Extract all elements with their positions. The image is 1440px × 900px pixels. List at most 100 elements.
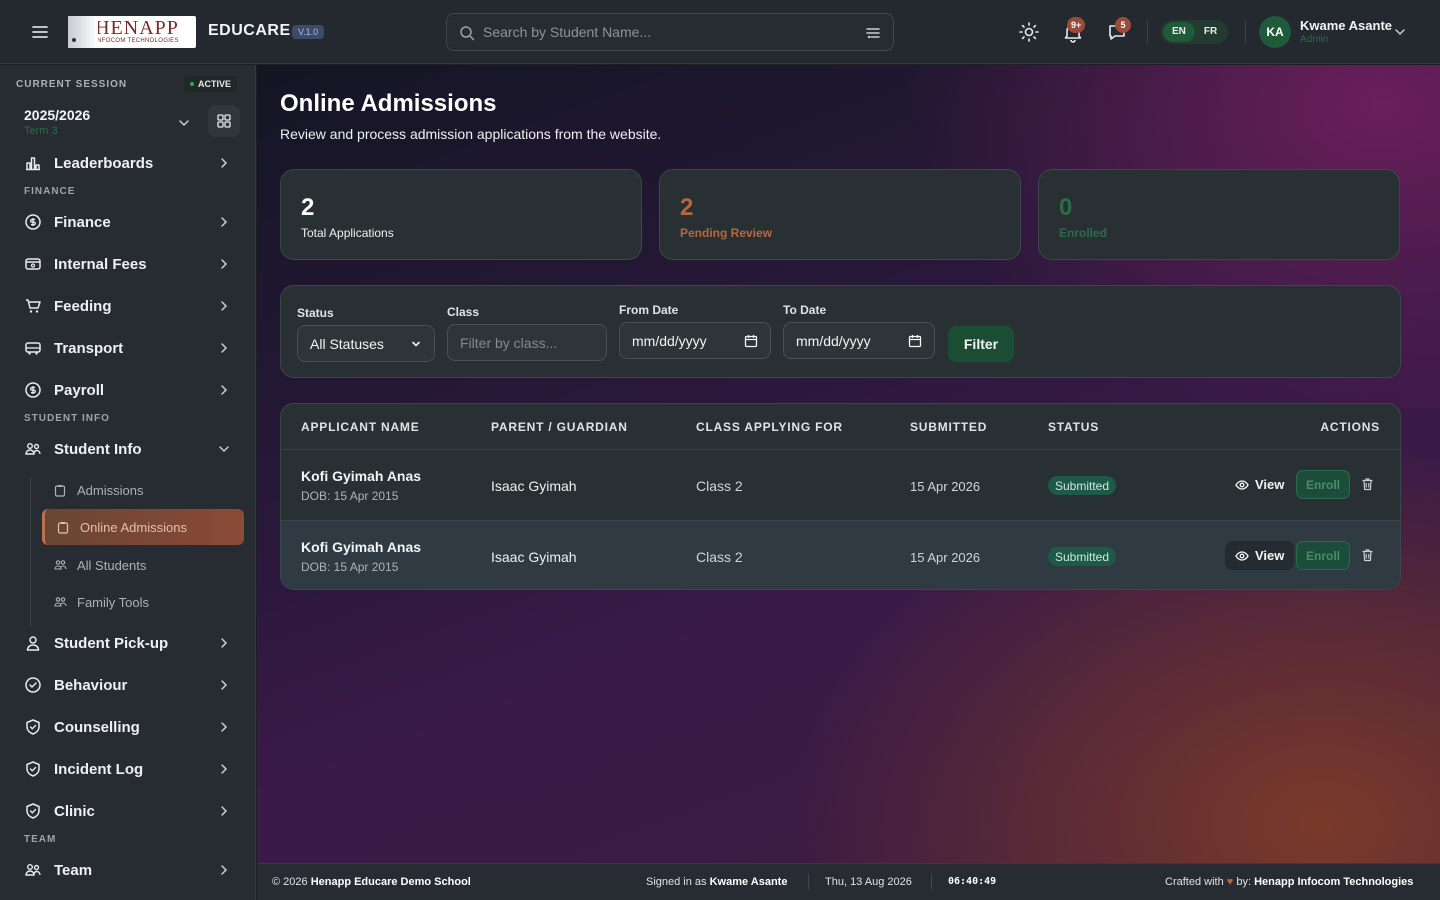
- apps-grid-icon[interactable]: [208, 105, 240, 137]
- session-term: Term 3: [24, 125, 58, 137]
- language-en[interactable]: EN: [1163, 22, 1195, 42]
- logo[interactable]: HENAPP INFOCOM TECHNOLOGIES: [68, 16, 224, 48]
- stat-card-enrolled: 0 Enrolled: [1038, 169, 1400, 260]
- chevron-right-icon: [216, 719, 232, 735]
- sidebar-item-payroll[interactable]: Payroll: [16, 372, 244, 408]
- users-group-icon: [24, 440, 42, 458]
- language-switcher: EN FR: [1161, 20, 1229, 44]
- wallet-icon: [24, 255, 42, 273]
- theme-toggle-sun-icon[interactable]: [1017, 20, 1041, 44]
- calendar-icon[interactable]: [908, 334, 922, 348]
- eye-icon: [1235, 549, 1249, 563]
- session-year[interactable]: 2025/2026: [24, 107, 90, 123]
- footer-company: Henapp Infocom Technologies: [1254, 876, 1414, 888]
- user-name[interactable]: Kwame Asante: [1300, 18, 1392, 33]
- sidebar-item-transport[interactable]: Transport: [16, 330, 244, 366]
- sidebar-item-feeding[interactable]: Feeding: [16, 288, 244, 324]
- search-filter-icon[interactable]: [865, 25, 881, 41]
- parent-name: Isaac Gyimah: [491, 549, 577, 565]
- logo-subtext: INFOCOM TECHNOLOGIES: [95, 38, 179, 44]
- sidebar-subitem-all-students[interactable]: All Students: [42, 547, 244, 583]
- from-date-input[interactable]: mm/dd/yyyy: [619, 322, 771, 359]
- app-name: EDUCARE: [208, 22, 291, 39]
- column-header: APPLICANT NAME: [301, 420, 420, 434]
- clipboard-icon: [54, 484, 66, 497]
- sidebar-item-label: Behaviour: [54, 676, 128, 694]
- stat-card-pending: 2 Pending Review: [659, 169, 1021, 260]
- enroll-button[interactable]: Enroll: [1296, 470, 1350, 499]
- sidebar-item-label: Clinic: [54, 802, 95, 820]
- sidebar-item-label: Payroll: [54, 381, 105, 399]
- session-label: CURRENT SESSION: [16, 79, 128, 90]
- sidebar-item-team[interactable]: Team: [16, 852, 244, 888]
- chevron-right-icon: [216, 155, 232, 171]
- menu-icon[interactable]: [28, 20, 52, 44]
- language-fr[interactable]: FR: [1195, 22, 1226, 42]
- user-avatar[interactable]: KA: [1259, 16, 1291, 48]
- sidebar-subitem-admissions[interactable]: Admissions: [42, 472, 244, 508]
- user-menu-chevron-icon[interactable]: [1392, 24, 1408, 40]
- to-date-input[interactable]: mm/dd/yyyy: [783, 322, 935, 359]
- sidebar-subitem-family-tools[interactable]: Family Tools: [42, 584, 244, 620]
- main-content: Online Admissions Review and process adm…: [257, 65, 1440, 863]
- sidebar-item-finance[interactable]: Finance: [16, 204, 244, 240]
- enroll-button[interactable]: Enroll: [1296, 541, 1350, 570]
- delete-trash-icon[interactable]: [1361, 548, 1374, 562]
- user-role: Admin: [1300, 34, 1329, 45]
- user-icon: [24, 634, 42, 652]
- session-chevron-down-icon[interactable]: [176, 115, 192, 131]
- sidebar-item-student-info[interactable]: Student Info: [16, 431, 244, 467]
- chevron-right-icon: [216, 340, 232, 356]
- delete-trash-icon[interactable]: [1361, 477, 1374, 491]
- filter-button[interactable]: Filter: [948, 326, 1014, 362]
- footer-signed-in: Signed in as Kwame Asante: [646, 876, 788, 888]
- sidebar-item-label: Student Pick-up: [54, 634, 169, 652]
- view-button[interactable]: View: [1225, 470, 1294, 499]
- sidebar-item-student-pickup[interactable]: Student Pick-up: [16, 625, 244, 661]
- sidebar-item-counselling[interactable]: Counselling: [16, 709, 244, 745]
- clipboard-icon: [57, 521, 69, 534]
- chevron-down-icon: [410, 338, 422, 350]
- cart-icon: [24, 297, 42, 315]
- sidebar-subitem-label: All Students: [77, 557, 147, 573]
- sidebar-item-clinic[interactable]: Clinic: [16, 793, 244, 829]
- logo-text: HENAPP: [95, 17, 179, 39]
- sidebar-item-label: Internal Fees: [54, 255, 147, 273]
- section-student-info: STUDENT INFO: [24, 413, 110, 424]
- column-header: SUBMITTED: [910, 420, 988, 434]
- sidebar-item-behaviour[interactable]: Behaviour: [16, 667, 244, 703]
- users-group-icon: [54, 596, 67, 608]
- users-group-icon: [24, 861, 42, 879]
- sidebar-item-label: Team: [54, 861, 93, 879]
- sidebar-item-internal-fees[interactable]: Internal Fees: [16, 246, 244, 282]
- chart-bars-icon: [24, 154, 42, 172]
- footer: © 2026 Henapp Educare Demo School Signed…: [257, 863, 1440, 900]
- submitted-date: 15 Apr 2026: [910, 550, 981, 565]
- stat-label: Pending Review: [680, 226, 773, 240]
- table-row[interactable]: Kofi Gyimah Anas DOB: 15 Apr 2015 Isaac …: [281, 449, 1400, 520]
- calendar-icon[interactable]: [744, 334, 758, 348]
- table-row[interactable]: Kofi Gyimah Anas DOB: 15 Apr 2015 Isaac …: [281, 520, 1400, 589]
- from-date-value: mm/dd/yyyy: [632, 332, 707, 349]
- sidebar-item-label: Counselling: [54, 718, 140, 736]
- sidebar-subitem-online-admissions[interactable]: Online Admissions: [42, 509, 244, 545]
- footer-school-name: Henapp Educare Demo School: [310, 876, 471, 888]
- section-team: TEAM: [24, 834, 57, 845]
- search-input[interactable]: [447, 14, 893, 50]
- view-button[interactable]: View: [1225, 541, 1295, 570]
- submitted-date: 15 Apr 2026: [910, 479, 981, 494]
- search-icon: [459, 25, 475, 41]
- class-applying: Class 2: [696, 478, 743, 494]
- chevron-right-icon: [216, 677, 232, 693]
- chevron-right-icon: [216, 803, 232, 819]
- logo-image: HENAPP INFOCOM TECHNOLOGIES: [68, 16, 196, 48]
- chevron-right-icon: [216, 635, 232, 651]
- status-select[interactable]: All Statuses: [297, 325, 435, 362]
- sidebar-item-incident-log[interactable]: Incident Log: [16, 751, 244, 787]
- class-applying: Class 2: [696, 549, 743, 565]
- stat-value: 0: [1059, 194, 1073, 221]
- section-finance: FINANCE: [24, 186, 76, 197]
- class-filter-input[interactable]: Filter by class...: [447, 324, 607, 361]
- stat-label: Enrolled: [1059, 226, 1108, 240]
- sidebar-item-label: Incident Log: [54, 760, 144, 778]
